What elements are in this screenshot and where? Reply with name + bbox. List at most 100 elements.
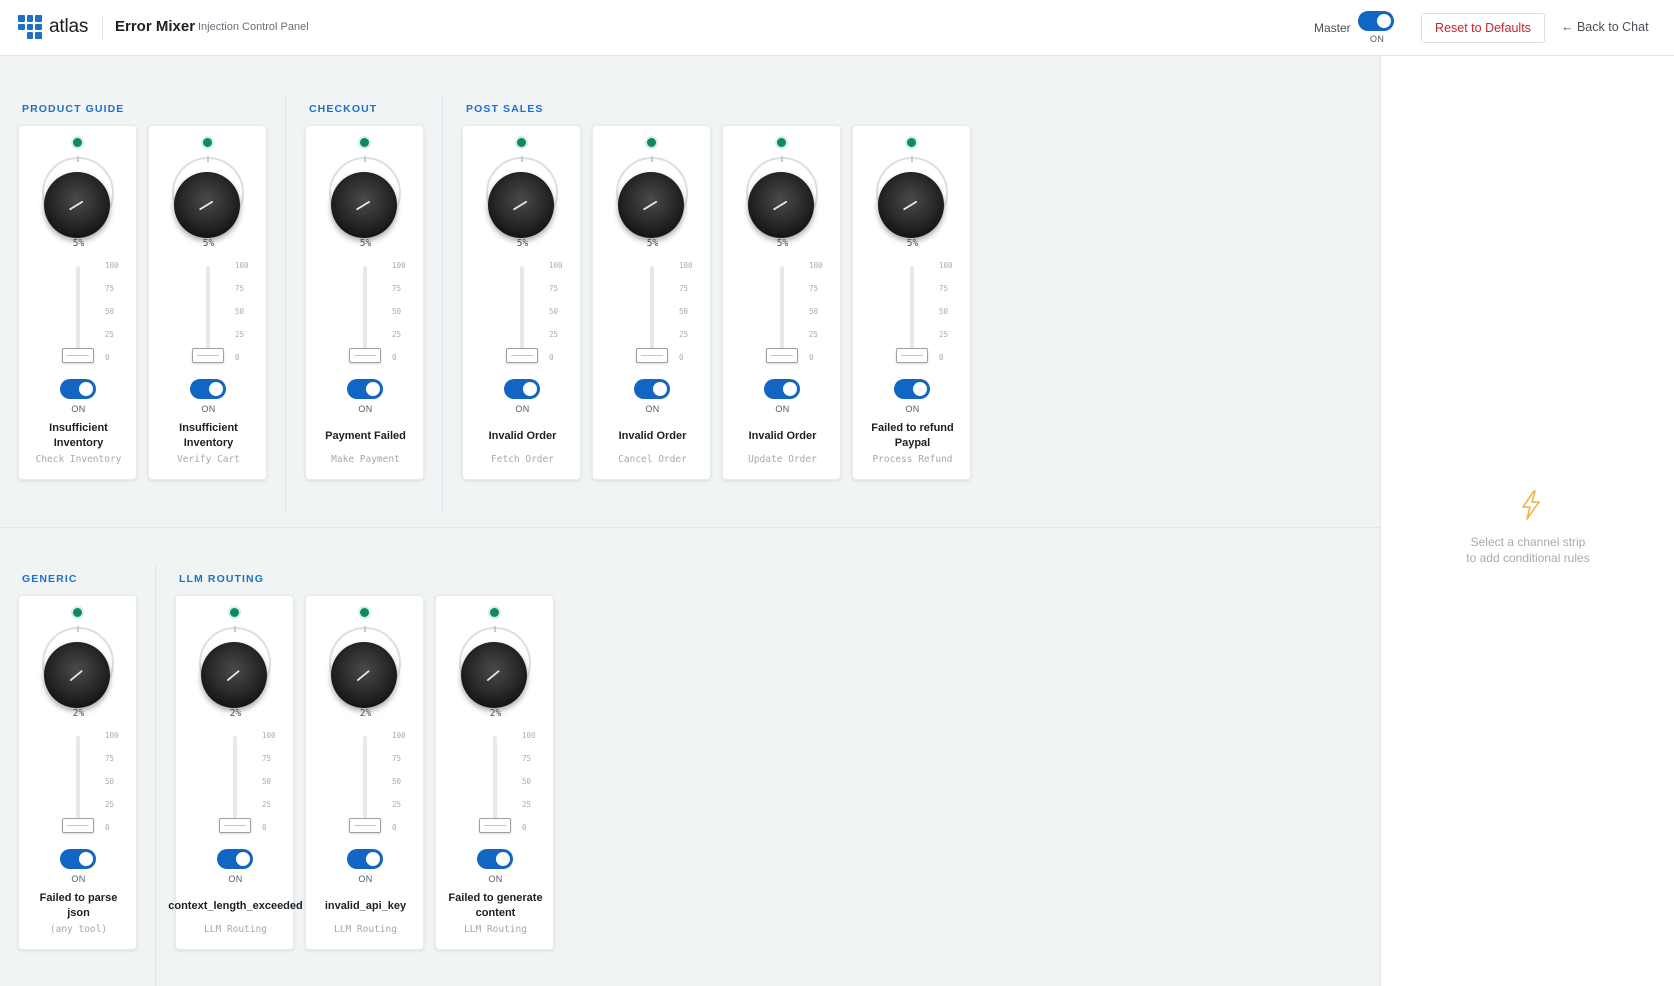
fader-scale-label: 0 xyxy=(392,353,397,362)
channel-state-label: ON xyxy=(228,874,243,884)
toggle-knob xyxy=(783,382,797,396)
gain-knob[interactable] xyxy=(878,172,944,238)
tool-name: Verify Cart xyxy=(177,454,240,465)
channel-enable-toggle[interactable] xyxy=(894,379,930,399)
master-toggle[interactable] xyxy=(1358,11,1394,31)
channel-strip[interactable]: 2% 100 75 50 25 0 ON Failed to generate content… xyxy=(435,595,554,950)
channel-enable-toggle[interactable] xyxy=(217,849,253,869)
channel-strip[interactable]: 2% 100 75 50 25 0 ON context_length_exceeded LLM… xyxy=(168,595,303,950)
knob-percent-readout: 5% xyxy=(202,238,215,249)
fader-handle[interactable] xyxy=(479,818,511,833)
channel-state-label: ON xyxy=(775,404,790,414)
led-indicator-icon xyxy=(360,608,369,617)
channel-enable-toggle[interactable] xyxy=(477,849,513,869)
error-name-text: Failed to generate content xyxy=(448,892,543,919)
fader-scale-label: 75 xyxy=(392,284,402,293)
channel-strip[interactable]: 5% 100 75 50 25 0 ON Insufficient Inventory Veri… xyxy=(148,125,267,480)
fader-scale-label: 25 xyxy=(939,330,949,339)
fader-handle[interactable] xyxy=(349,818,381,833)
fader-handle[interactable] xyxy=(896,348,928,363)
fader-scale-label: 100 xyxy=(105,731,119,740)
knob-percent-readout: 5% xyxy=(646,238,659,249)
fader-handle[interactable] xyxy=(62,818,94,833)
channel-enable-toggle[interactable] xyxy=(504,379,540,399)
channel-strip[interactable]: 5% 100 75 50 25 0 ON Payment Failed Make Payment xyxy=(305,125,424,480)
channel-enable-toggle[interactable] xyxy=(764,379,800,399)
top-bar: atlas Error Mixer Injection Control Pane… xyxy=(0,0,1674,56)
page-subtitle: Injection Control Panel xyxy=(198,21,309,33)
channel-enable-toggle[interactable] xyxy=(60,849,96,869)
fader-handle[interactable] xyxy=(506,348,538,363)
channel-enable-toggle[interactable] xyxy=(60,379,96,399)
fader-scale-label: 25 xyxy=(549,330,559,339)
back-to-chat-link[interactable]: ← Back to Chat xyxy=(1561,20,1649,34)
gain-knob[interactable] xyxy=(201,642,267,708)
gain-knob[interactable] xyxy=(461,642,527,708)
fader-scale-label: 0 xyxy=(105,823,110,832)
fader-scale-label: 0 xyxy=(549,353,554,362)
fader-handle[interactable] xyxy=(219,818,251,833)
fader-scale-label: 75 xyxy=(105,754,115,763)
group-label: PRODUCT GUIDE xyxy=(22,103,125,115)
gain-knob[interactable] xyxy=(331,172,397,238)
knob-indicator xyxy=(69,670,83,681)
error-name-text: context_length_exceeded xyxy=(168,899,303,912)
fader-scale-label: 100 xyxy=(392,731,406,740)
channel-strip[interactable]: 5% 100 75 50 25 0 ON Failed to refund Paypal Pro… xyxy=(852,125,971,480)
fader-scale-label: 75 xyxy=(262,754,272,763)
tool-name: Process Refund xyxy=(872,454,953,465)
channel-enable-toggle[interactable] xyxy=(347,849,383,869)
fader-scale-label: 75 xyxy=(549,284,559,293)
tool-name: Make Payment xyxy=(331,454,400,465)
channel-strip[interactable]: 5% 100 75 50 25 0 ON Invalid Order Fetch Order xyxy=(462,125,581,480)
fader-scale-label: 0 xyxy=(939,353,944,362)
error-name: Failed to generate content xyxy=(436,890,555,922)
gain-knob[interactable] xyxy=(748,172,814,238)
fader-handle[interactable] xyxy=(766,348,798,363)
hint-line-2: to add conditional rules xyxy=(1466,551,1590,565)
channel-enable-toggle[interactable] xyxy=(634,379,670,399)
error-name-text: Invalid Order xyxy=(748,429,817,442)
error-name: Failed to parse json xyxy=(19,890,138,922)
fader-scale-label: 50 xyxy=(105,307,115,316)
fader-scale-label: 25 xyxy=(809,330,819,339)
fader-handle[interactable] xyxy=(636,348,668,363)
gain-knob[interactable] xyxy=(331,642,397,708)
gain-knob[interactable] xyxy=(44,642,110,708)
knob-indicator xyxy=(903,200,918,211)
fader-scale-label: 50 xyxy=(679,307,689,316)
fader-scale-label: 0 xyxy=(522,823,527,832)
fader-handle[interactable] xyxy=(349,348,381,363)
error-name: Invalid Order xyxy=(463,420,582,452)
error-name: Payment Failed xyxy=(306,420,425,452)
fader-scale-label: 25 xyxy=(105,330,115,339)
group-divider xyxy=(442,96,443,512)
led-indicator-icon xyxy=(517,138,526,147)
gain-knob[interactable] xyxy=(618,172,684,238)
fader-scale-label: 0 xyxy=(262,823,267,832)
fader-handle[interactable] xyxy=(62,348,94,363)
channel-strip[interactable]: 5% 100 75 50 25 0 ON Invalid Order Update Order xyxy=(722,125,841,480)
channel-enable-toggle[interactable] xyxy=(347,379,383,399)
gain-knob[interactable] xyxy=(44,172,110,238)
header-divider xyxy=(102,16,103,40)
led-indicator-icon xyxy=(73,138,82,147)
channel-state-label: ON xyxy=(645,404,660,414)
fader-scale-label: 50 xyxy=(262,777,272,786)
channel-enable-toggle[interactable] xyxy=(190,379,226,399)
fader-handle[interactable] xyxy=(192,348,224,363)
channel-strip[interactable]: 2% 100 75 50 25 0 ON Failed to parse json (any t… xyxy=(18,595,137,950)
fader-scale-label: 100 xyxy=(235,261,249,270)
reset-to-defaults-button[interactable]: Reset to Defaults xyxy=(1421,13,1545,43)
fader-scale-label: 25 xyxy=(105,800,115,809)
fader-scale-label: 0 xyxy=(809,353,814,362)
channel-state-label: ON xyxy=(71,404,86,414)
gain-knob[interactable] xyxy=(174,172,240,238)
channel-strip[interactable]: 5% 100 75 50 25 0 ON Insufficient Inventory Chec… xyxy=(18,125,137,480)
channel-strip[interactable]: 2% 100 75 50 25 0 ON invalid_api_key LLM Routing xyxy=(305,595,424,950)
knob-indicator xyxy=(199,200,214,211)
channel-strip[interactable]: 5% 100 75 50 25 0 ON Invalid Order Cancel Order xyxy=(592,125,711,480)
error-name-text: Failed to parse json xyxy=(39,892,118,919)
tool-name: LLM Routing xyxy=(204,924,267,935)
gain-knob[interactable] xyxy=(488,172,554,238)
